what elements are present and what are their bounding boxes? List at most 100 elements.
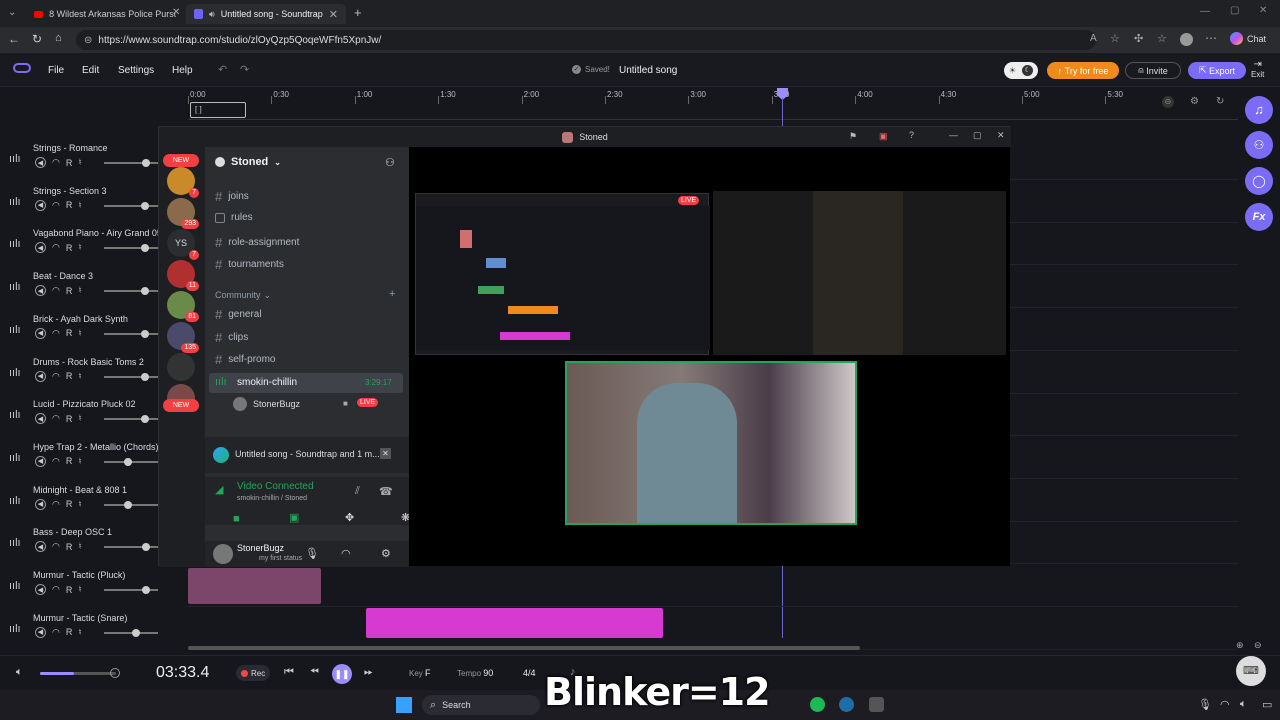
noise-suppression-icon[interactable]: ⫽ <box>355 485 360 498</box>
audio-clip[interactable] <box>188 568 321 604</box>
mute-icon[interactable]: ◀ <box>35 498 46 510</box>
tune-icon[interactable]: ♮ <box>78 413 81 424</box>
rewind-icon[interactable]: ⏪︎ <box>310 666 319 679</box>
tune-icon[interactable]: ♮ <box>78 157 81 168</box>
mute-icon[interactable]: ◀ <box>35 285 46 297</box>
webcam-tile-secondary[interactable] <box>713 191 1006 355</box>
headphones-icon[interactable]: ◠ <box>52 328 60 339</box>
timeline-ruler[interactable]: 0:000:301:001:302:002:303:003:304:004:30… <box>188 88 1238 120</box>
timeline-lock-icon[interactable]: ⊝ <box>1162 96 1174 108</box>
tune-icon[interactable]: ♮ <box>78 541 81 552</box>
keyboard-icon[interactable]: ⌨ <box>1236 656 1266 686</box>
track-volume-knob[interactable] <box>124 457 133 466</box>
headphones-icon[interactable]: ◠ <box>52 541 60 552</box>
mute-icon[interactable]: ◀ <box>35 626 46 638</box>
track-volume-slider[interactable] <box>104 244 158 253</box>
channel-clips[interactable]: # clips <box>215 330 248 345</box>
record-arm-button[interactable]: R <box>66 243 73 253</box>
mute-icon[interactable]: ◀ <box>35 584 46 595</box>
back-icon[interactable]: ← <box>8 32 20 46</box>
server-icon[interactable]: 11 <box>167 260 199 291</box>
record-arm-button[interactable]: R <box>66 499 73 509</box>
new-tab-icon[interactable]: + <box>354 5 362 20</box>
master-volume-slider[interactable] <box>40 672 116 675</box>
extensions-icon[interactable]: ✣ <box>1134 32 1143 45</box>
screen-share-button[interactable]: ▣ <box>289 511 299 524</box>
record-arm-button[interactable]: R <box>66 328 73 338</box>
headphones-icon[interactable]: ◠ <box>52 413 60 424</box>
track-name[interactable]: Bass - Deep OSC 1 <box>33 527 112 537</box>
menu-file[interactable]: File <box>48 65 64 76</box>
tune-icon[interactable]: ♮ <box>78 285 81 296</box>
server-icon[interactable]: 135 <box>167 322 199 353</box>
mute-icon[interactable]: ◀ <box>35 242 46 254</box>
url-field[interactable]: ⊜ https://www.soundtrap.com/studio/zlOyQ… <box>76 30 1096 50</box>
voice-channel-smokin-chillin[interactable]: ıılı smokin-chillin 3:29:17 <box>209 373 403 393</box>
channel-tournaments[interactable]: # tournaments <box>215 257 284 272</box>
track-volume-knob[interactable] <box>140 415 149 424</box>
server-icon[interactable] <box>167 353 195 381</box>
close-window-icon[interactable]: ✕ <box>1259 5 1267 16</box>
microphone-icon[interactable]: 🎙︎ <box>305 547 319 560</box>
reload-icon[interactable]: ↻ <box>32 32 42 46</box>
track-name[interactable]: Brick - Ayah Dark Synth <box>33 314 128 324</box>
avatar[interactable] <box>1180 33 1193 46</box>
mute-icon[interactable]: ◀ <box>35 370 46 382</box>
song-title[interactable]: Untitled song <box>619 65 677 76</box>
camera-button[interactable]: ■ <box>233 513 240 525</box>
maximize-icon[interactable]: ▢ <box>1230 5 1239 16</box>
server-icon[interactable]: 293 <box>167 198 199 229</box>
track-name[interactable]: Lucid - Pizzicato Pluck 02 <box>33 399 136 409</box>
track-volume-slider[interactable] <box>104 287 158 296</box>
server-header[interactable]: Stoned ⌄ <box>215 156 281 168</box>
volume-icon[interactable]: 🔈︎ <box>1240 698 1247 711</box>
soundtrap-logo-icon[interactable] <box>13 63 31 73</box>
timeline-metronome-icon[interactable]: ↻ <box>1216 96 1224 107</box>
site-info-icon[interactable]: ⊜ <box>84 35 92 46</box>
tab-soundtrap[interactable]: 🔊︎ Untitled song - Soundtrap ✕ <box>186 4 346 24</box>
tune-icon[interactable]: ♮ <box>78 584 81 595</box>
track-volume-knob[interactable] <box>140 287 149 296</box>
track-volume-knob[interactable] <box>140 329 149 338</box>
mute-icon[interactable]: ◀ <box>35 199 46 211</box>
record-arm-button[interactable]: R <box>66 371 73 381</box>
track-volume-slider[interactable] <box>104 201 158 210</box>
track-volume-slider[interactable] <box>104 586 158 594</box>
record-arm-button[interactable]: R <box>66 542 73 552</box>
stop-stream-icon[interactable]: ✕ <box>380 448 391 459</box>
track-row[interactable]: ıılı Murmur - Tactic (Snare) ◀ ◠ R ♮ <box>0 613 186 655</box>
channel-joins[interactable]: # joins <box>215 189 249 204</box>
instruments-icon[interactable]: ♫ <box>1245 96 1273 124</box>
headphones-icon[interactable]: ◠ <box>52 627 60 638</box>
server-icon[interactable]: 81 <box>167 291 199 322</box>
track-volume-knob[interactable] <box>132 628 141 637</box>
favorites-icon[interactable]: ☆ <box>1157 32 1167 45</box>
track-volume-slider[interactable] <box>104 415 158 424</box>
track-volume-slider[interactable] <box>104 543 158 552</box>
reader-icon[interactable]: A <box>1090 33 1097 44</box>
headphones-icon[interactable]: ◠ <box>52 285 60 296</box>
track-volume-knob[interactable] <box>140 244 149 253</box>
track-volume-slider[interactable] <box>104 628 158 637</box>
invite-button[interactable]: ⍝ Invite <box>1125 62 1181 79</box>
close-icon[interactable]: ✕ <box>997 130 1005 141</box>
headphones-icon[interactable]: ◠ <box>341 547 351 560</box>
zoom-out-icon[interactable]: ⊖ <box>1254 640 1262 651</box>
wifi-icon[interactable]: ◠ <box>1220 698 1230 711</box>
track-name[interactable]: Murmur - Tactic (Snare) <box>33 613 127 623</box>
timeline-settings-icon[interactable]: ⚙ <box>1190 96 1199 107</box>
headphones-icon[interactable]: ◠ <box>52 499 60 510</box>
screen-share-icon[interactable]: ▣ <box>879 131 888 142</box>
close-icon[interactable]: ✕ <box>329 8 338 21</box>
voice-user-stonerbugz[interactable]: StonerBugz ■ LIVE <box>233 397 403 413</box>
fx-button[interactable]: Fx <box>1245 203 1273 231</box>
mute-icon[interactable]: ◀ <box>35 455 46 467</box>
track-volume-knob[interactable] <box>142 543 151 552</box>
track-name[interactable]: Hype Trap 2 - Metallio (Chords) <box>33 442 159 452</box>
mute-icon[interactable]: ◀ <box>35 327 46 339</box>
collaborators-icon[interactable]: ⚇ <box>1245 131 1273 159</box>
more-icon[interactable]: ⋯ <box>1205 31 1217 45</box>
taskbar-search[interactable]: ⌕ Search <box>422 695 540 715</box>
menu-settings[interactable]: Settings <box>118 65 154 76</box>
headphones-icon[interactable]: ◠ <box>52 456 60 467</box>
